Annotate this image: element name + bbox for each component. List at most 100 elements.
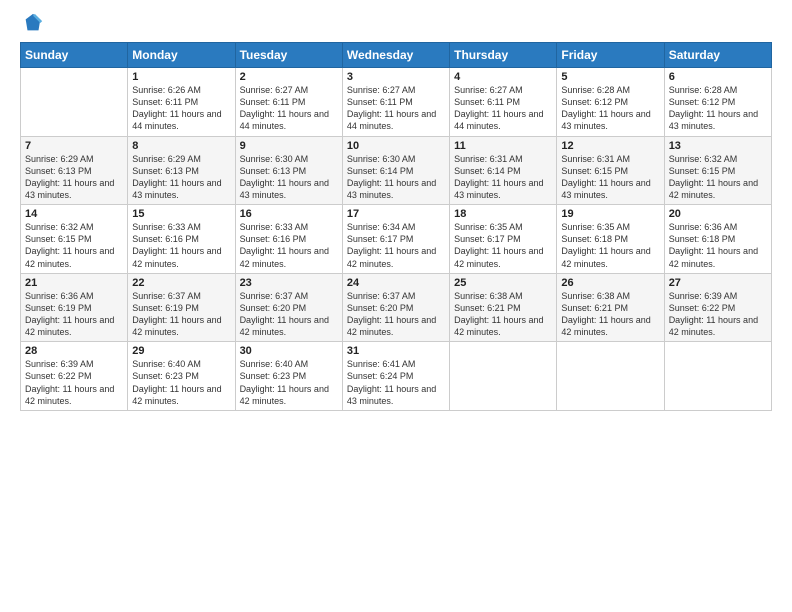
day-cell: 5Sunrise: 6:28 AMSunset: 6:12 PMDaylight… (557, 68, 664, 137)
day-cell: 31Sunrise: 6:41 AMSunset: 6:24 PMDayligh… (342, 342, 449, 411)
weekday-header-tuesday: Tuesday (235, 43, 342, 68)
day-info: Sunrise: 6:38 AMSunset: 6:21 PMDaylight:… (561, 290, 659, 339)
day-cell: 29Sunrise: 6:40 AMSunset: 6:23 PMDayligh… (128, 342, 235, 411)
day-cell: 7Sunrise: 6:29 AMSunset: 6:13 PMDaylight… (21, 136, 128, 205)
day-number: 31 (347, 345, 445, 357)
day-number: 8 (132, 140, 230, 152)
day-number: 25 (454, 277, 552, 289)
day-info: Sunrise: 6:32 AMSunset: 6:15 PMDaylight:… (669, 153, 767, 202)
day-cell: 14Sunrise: 6:32 AMSunset: 6:15 PMDayligh… (21, 205, 128, 274)
day-number: 9 (240, 140, 338, 152)
day-number: 5 (561, 71, 659, 83)
day-info: Sunrise: 6:27 AMSunset: 6:11 PMDaylight:… (454, 84, 552, 133)
day-cell (450, 342, 557, 411)
day-info: Sunrise: 6:37 AMSunset: 6:20 PMDaylight:… (347, 290, 445, 339)
day-number: 22 (132, 277, 230, 289)
day-info: Sunrise: 6:31 AMSunset: 6:14 PMDaylight:… (454, 153, 552, 202)
day-cell: 25Sunrise: 6:38 AMSunset: 6:21 PMDayligh… (450, 273, 557, 342)
day-info: Sunrise: 6:29 AMSunset: 6:13 PMDaylight:… (132, 153, 230, 202)
day-cell: 11Sunrise: 6:31 AMSunset: 6:14 PMDayligh… (450, 136, 557, 205)
weekday-header-saturday: Saturday (664, 43, 771, 68)
weekday-header-wednesday: Wednesday (342, 43, 449, 68)
day-cell: 2Sunrise: 6:27 AMSunset: 6:11 PMDaylight… (235, 68, 342, 137)
day-info: Sunrise: 6:37 AMSunset: 6:19 PMDaylight:… (132, 290, 230, 339)
day-number: 28 (25, 345, 123, 357)
day-number: 27 (669, 277, 767, 289)
week-row-1: 1Sunrise: 6:26 AMSunset: 6:11 PMDaylight… (21, 68, 772, 137)
day-cell: 8Sunrise: 6:29 AMSunset: 6:13 PMDaylight… (128, 136, 235, 205)
day-cell: 22Sunrise: 6:37 AMSunset: 6:19 PMDayligh… (128, 273, 235, 342)
week-row-3: 14Sunrise: 6:32 AMSunset: 6:15 PMDayligh… (21, 205, 772, 274)
day-info: Sunrise: 6:27 AMSunset: 6:11 PMDaylight:… (240, 84, 338, 133)
day-cell: 6Sunrise: 6:28 AMSunset: 6:12 PMDaylight… (664, 68, 771, 137)
day-info: Sunrise: 6:33 AMSunset: 6:16 PMDaylight:… (240, 221, 338, 270)
day-number: 12 (561, 140, 659, 152)
weekday-header-thursday: Thursday (450, 43, 557, 68)
day-info: Sunrise: 6:39 AMSunset: 6:22 PMDaylight:… (25, 358, 123, 407)
day-cell: 27Sunrise: 6:39 AMSunset: 6:22 PMDayligh… (664, 273, 771, 342)
day-info: Sunrise: 6:31 AMSunset: 6:15 PMDaylight:… (561, 153, 659, 202)
day-cell: 19Sunrise: 6:35 AMSunset: 6:18 PMDayligh… (557, 205, 664, 274)
day-cell: 20Sunrise: 6:36 AMSunset: 6:18 PMDayligh… (664, 205, 771, 274)
day-cell: 4Sunrise: 6:27 AMSunset: 6:11 PMDaylight… (450, 68, 557, 137)
day-info: Sunrise: 6:36 AMSunset: 6:18 PMDaylight:… (669, 221, 767, 270)
day-number: 15 (132, 208, 230, 220)
day-info: Sunrise: 6:41 AMSunset: 6:24 PMDaylight:… (347, 358, 445, 407)
day-number: 18 (454, 208, 552, 220)
day-cell: 24Sunrise: 6:37 AMSunset: 6:20 PMDayligh… (342, 273, 449, 342)
weekday-header-friday: Friday (557, 43, 664, 68)
day-cell: 15Sunrise: 6:33 AMSunset: 6:16 PMDayligh… (128, 205, 235, 274)
day-number: 7 (25, 140, 123, 152)
calendar: SundayMondayTuesdayWednesdayThursdayFrid… (20, 42, 772, 411)
day-info: Sunrise: 6:38 AMSunset: 6:21 PMDaylight:… (454, 290, 552, 339)
day-number: 19 (561, 208, 659, 220)
weekday-header-row: SundayMondayTuesdayWednesdayThursdayFrid… (21, 43, 772, 68)
day-cell: 21Sunrise: 6:36 AMSunset: 6:19 PMDayligh… (21, 273, 128, 342)
day-number: 1 (132, 71, 230, 83)
day-cell (21, 68, 128, 137)
day-number: 23 (240, 277, 338, 289)
day-info: Sunrise: 6:30 AMSunset: 6:13 PMDaylight:… (240, 153, 338, 202)
logo (20, 18, 44, 34)
day-number: 30 (240, 345, 338, 357)
day-cell: 18Sunrise: 6:35 AMSunset: 6:17 PMDayligh… (450, 205, 557, 274)
day-cell: 17Sunrise: 6:34 AMSunset: 6:17 PMDayligh… (342, 205, 449, 274)
week-row-5: 28Sunrise: 6:39 AMSunset: 6:22 PMDayligh… (21, 342, 772, 411)
day-number: 11 (454, 140, 552, 152)
day-number: 3 (347, 71, 445, 83)
day-info: Sunrise: 6:28 AMSunset: 6:12 PMDaylight:… (669, 84, 767, 133)
day-number: 10 (347, 140, 445, 152)
day-info: Sunrise: 6:35 AMSunset: 6:18 PMDaylight:… (561, 221, 659, 270)
logo-icon (22, 12, 44, 34)
day-info: Sunrise: 6:28 AMSunset: 6:12 PMDaylight:… (561, 84, 659, 133)
day-info: Sunrise: 6:30 AMSunset: 6:14 PMDaylight:… (347, 153, 445, 202)
day-cell: 1Sunrise: 6:26 AMSunset: 6:11 PMDaylight… (128, 68, 235, 137)
day-number: 13 (669, 140, 767, 152)
day-cell (557, 342, 664, 411)
day-number: 6 (669, 71, 767, 83)
day-cell: 23Sunrise: 6:37 AMSunset: 6:20 PMDayligh… (235, 273, 342, 342)
day-info: Sunrise: 6:39 AMSunset: 6:22 PMDaylight:… (669, 290, 767, 339)
day-cell: 9Sunrise: 6:30 AMSunset: 6:13 PMDaylight… (235, 136, 342, 205)
day-number: 14 (25, 208, 123, 220)
header (20, 18, 772, 34)
weekday-header-monday: Monday (128, 43, 235, 68)
day-number: 17 (347, 208, 445, 220)
day-info: Sunrise: 6:35 AMSunset: 6:17 PMDaylight:… (454, 221, 552, 270)
day-info: Sunrise: 6:29 AMSunset: 6:13 PMDaylight:… (25, 153, 123, 202)
day-cell: 28Sunrise: 6:39 AMSunset: 6:22 PMDayligh… (21, 342, 128, 411)
day-cell: 26Sunrise: 6:38 AMSunset: 6:21 PMDayligh… (557, 273, 664, 342)
day-number: 20 (669, 208, 767, 220)
day-info: Sunrise: 6:40 AMSunset: 6:23 PMDaylight:… (240, 358, 338, 407)
day-info: Sunrise: 6:36 AMSunset: 6:19 PMDaylight:… (25, 290, 123, 339)
day-number: 2 (240, 71, 338, 83)
day-info: Sunrise: 6:32 AMSunset: 6:15 PMDaylight:… (25, 221, 123, 270)
day-number: 24 (347, 277, 445, 289)
day-number: 21 (25, 277, 123, 289)
week-row-4: 21Sunrise: 6:36 AMSunset: 6:19 PMDayligh… (21, 273, 772, 342)
day-cell: 3Sunrise: 6:27 AMSunset: 6:11 PMDaylight… (342, 68, 449, 137)
day-cell: 10Sunrise: 6:30 AMSunset: 6:14 PMDayligh… (342, 136, 449, 205)
week-row-2: 7Sunrise: 6:29 AMSunset: 6:13 PMDaylight… (21, 136, 772, 205)
day-info: Sunrise: 6:40 AMSunset: 6:23 PMDaylight:… (132, 358, 230, 407)
day-info: Sunrise: 6:26 AMSunset: 6:11 PMDaylight:… (132, 84, 230, 133)
